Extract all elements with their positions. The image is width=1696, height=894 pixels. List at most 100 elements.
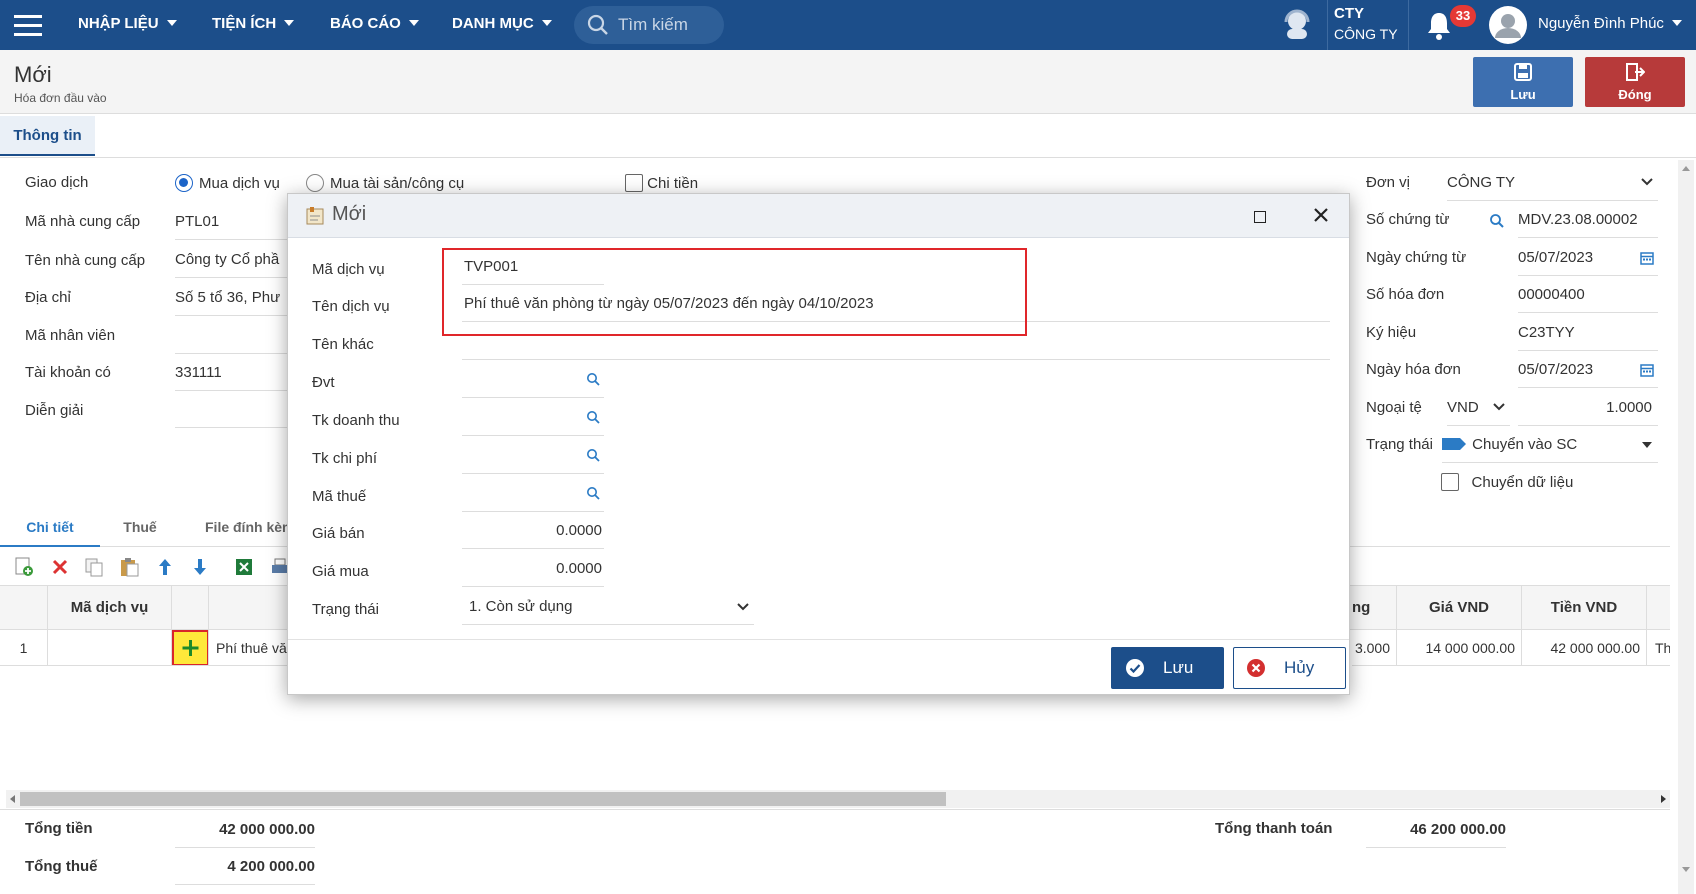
total-value: 42 000 000.00 [175, 811, 315, 848]
radio-mua-dich-vu[interactable]: Mua dịch vụ [175, 174, 280, 192]
dialog-title: Mới [332, 203, 367, 225]
sale-price-field[interactable]: 0.0000 [462, 512, 604, 549]
cell-price-vnd[interactable]: 14 000 000.00 [1397, 630, 1522, 666]
cell-service-code[interactable] [48, 630, 172, 666]
search-icon[interactable] [1489, 213, 1505, 232]
divider [1408, 0, 1409, 50]
invoice-no-field[interactable]: 00000400 [1518, 276, 1658, 313]
currency-label: Ngoại tệ [1366, 399, 1422, 416]
copy-icon[interactable] [84, 557, 104, 580]
employee-field[interactable] [175, 317, 290, 354]
address-label: Địa chỉ [25, 289, 71, 306]
vertical-scrollbar[interactable] [1678, 160, 1694, 894]
scrollbar-thumb[interactable] [20, 792, 946, 806]
plus-icon[interactable] [172, 630, 208, 665]
symbol-field[interactable]: C23TYY [1518, 314, 1658, 351]
chevron-up-icon[interactable] [1681, 164, 1691, 172]
checkbox-icon [1441, 473, 1459, 491]
save-icon [1514, 63, 1532, 81]
divider [1327, 0, 1328, 50]
unit-field[interactable] [462, 361, 604, 398]
new-service-dialog: Mới Mã dịch vụ TVP001 Tên dịch vụ Phí th… [287, 193, 1350, 695]
excel-icon[interactable] [234, 557, 254, 580]
chevron-down-icon [166, 20, 177, 26]
hamburger-menu-icon[interactable] [14, 13, 42, 37]
tab-thue[interactable]: Thuế [100, 507, 180, 547]
row-number: 1 [0, 630, 48, 666]
column-header-qty: ng [1352, 585, 1397, 630]
exchange-rate-field[interactable]: 1.0000 [1518, 389, 1658, 426]
payment-total-value: 46 200 000.00 [1366, 811, 1506, 848]
invoice-date-field[interactable]: 05/07/2023 [1518, 351, 1658, 388]
move-up-icon[interactable] [156, 557, 174, 580]
chevron-down-icon[interactable] [1681, 866, 1691, 874]
address-field[interactable]: Số 5 tổ 36, Phư [175, 279, 290, 316]
notification-badge: 33 [1450, 5, 1476, 27]
expense-account-field[interactable] [462, 437, 604, 474]
cell-qty[interactable]: 3.000 [1352, 630, 1397, 666]
transfer-data-checkbox[interactable]: Chuyển dữ liệu [1441, 473, 1573, 491]
pay-cash-checkbox[interactable]: Chi tiền [625, 174, 698, 192]
unit-label: Đơn vị [1366, 174, 1411, 191]
employee-label: Mã nhân viên [25, 327, 116, 344]
horizontal-scrollbar[interactable] [6, 790, 1670, 808]
add-row-icon[interactable] [14, 557, 34, 580]
description-field[interactable] [175, 391, 290, 428]
voucher-date-field[interactable]: 05/07/2023 [1518, 239, 1658, 276]
avatar[interactable] [1489, 6, 1527, 44]
cell-amount-vnd[interactable]: 42 000 000.00 [1522, 630, 1647, 666]
purchase-price-label: Giá mua [312, 563, 369, 580]
support-icon[interactable] [1280, 8, 1314, 42]
move-down-icon[interactable] [191, 557, 209, 580]
calendar-icon[interactable] [1640, 251, 1654, 265]
checkbox-icon [625, 174, 643, 192]
unit-select[interactable]: CÔNG TY [1447, 164, 1658, 201]
credit-account-label: Tài khoản có [25, 364, 111, 381]
delete-icon[interactable] [50, 557, 70, 580]
voucher-no-field[interactable]: MDV.23.08.00002 [1518, 201, 1658, 238]
company-selector[interactable]: CTY CÔNG TY [1334, 4, 1414, 48]
status-select[interactable]: Chuyển vào SC [1442, 426, 1658, 463]
currency-select[interactable]: VND [1447, 389, 1510, 426]
revenue-account-field[interactable] [462, 399, 604, 436]
menu-bao-cao[interactable]: BÁO CÁO [330, 0, 419, 50]
dialog-titlebar[interactable]: Mới [288, 194, 1349, 238]
other-name-field[interactable] [462, 323, 1330, 360]
calendar-icon[interactable] [1640, 363, 1654, 377]
close-page-button[interactable]: Đóng [1585, 57, 1685, 107]
cell-service-name[interactable]: Phí thuê vă [209, 630, 299, 666]
menu-tien-ich[interactable]: TIỆN ÍCH [212, 0, 295, 50]
payment-total-label: Tổng thanh toán [1215, 820, 1333, 837]
chevron-right-icon[interactable] [1660, 794, 1668, 804]
tab-chi-tiet[interactable]: Chi tiết [0, 507, 100, 547]
radio-checked-icon [175, 174, 193, 192]
dialog-save-button[interactable]: Lưu [1111, 647, 1224, 689]
search-input[interactable]: Tìm kiếm [574, 6, 724, 44]
status-select[interactable]: 1. Còn sử dụng [462, 588, 754, 625]
cell-extra[interactable]: Th [1647, 630, 1670, 666]
maximize-icon[interactable] [1254, 211, 1266, 223]
menu-danh-muc[interactable]: DANH MỤC [452, 0, 552, 50]
supplier-name-field[interactable]: Công ty Cổ phầ [175, 241, 290, 278]
paste-icon[interactable] [119, 557, 139, 580]
chevron-down-icon [1493, 403, 1505, 411]
user-menu[interactable]: Nguyễn Đình Phúc [1538, 0, 1682, 50]
save-button[interactable]: Lưu [1473, 57, 1573, 107]
supplier-code-field[interactable]: PTL01 [175, 203, 290, 240]
tab-thong-tin[interactable]: Thông tin [0, 116, 95, 156]
transaction-label: Giao dịch [25, 174, 89, 191]
radio-mua-tai-san[interactable]: Mua tài sản/công cụ [306, 174, 464, 192]
tab-file-dinh-kem[interactable]: File đính kèm [205, 507, 295, 547]
add-service-button[interactable] [172, 630, 209, 666]
credit-account-field[interactable]: 331111 [175, 354, 290, 391]
chevron-left-icon[interactable] [8, 794, 16, 804]
tax-total-label: Tổng thuế [25, 858, 98, 875]
tax-code-field[interactable] [462, 475, 604, 512]
supplier-name-label: Tên nhà cung cấp [25, 252, 146, 269]
symbol-label: Ký hiệu [1366, 324, 1417, 341]
chevron-down-icon [1642, 442, 1652, 448]
menu-nhap-lieu[interactable]: NHẬP LIỆU [78, 0, 177, 50]
dialog-cancel-button[interactable]: Hủy [1233, 647, 1346, 689]
close-icon[interactable] [1313, 207, 1329, 223]
purchase-price-field[interactable]: 0.0000 [462, 550, 604, 587]
